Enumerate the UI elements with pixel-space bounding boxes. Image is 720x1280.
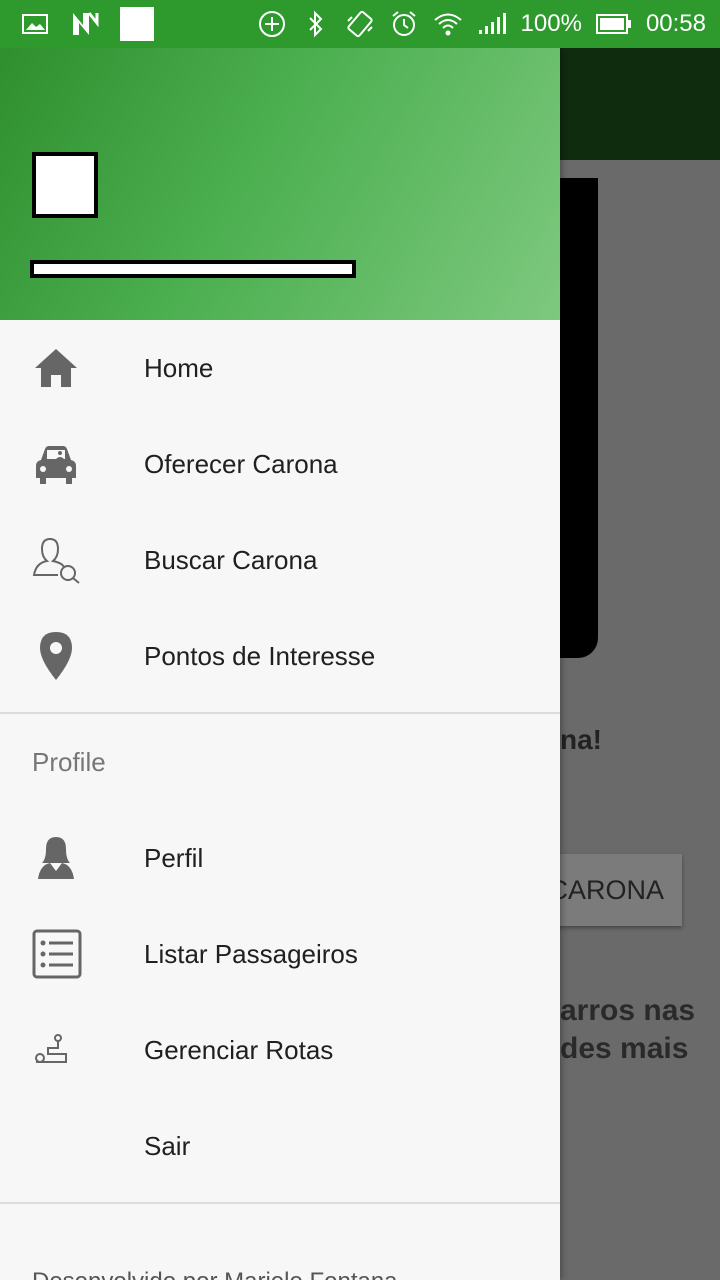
white-square-icon [120, 7, 154, 41]
signal-icon [477, 9, 507, 39]
developer-credit: Desenvolvido por Mariele Fontana [32, 1268, 398, 1280]
car-icon [0, 440, 144, 488]
alarm-icon [389, 9, 419, 39]
menu-item-sair[interactable]: Sair [0, 1098, 560, 1194]
menu-item-perfil[interactable]: Perfil [0, 810, 560, 906]
battery-percent: 100% [520, 10, 582, 37]
image-icon [20, 9, 50, 39]
location-pin-icon [0, 630, 144, 682]
menu-item-label: Home [144, 352, 214, 383]
bluetooth-icon [301, 9, 331, 39]
menu-item-label: Oferecer Carona [144, 448, 338, 479]
background-carona-button[interactable]: CARONA [540, 854, 682, 926]
menu-item-label: Buscar Carona [144, 544, 318, 575]
background-description-line-2: des mais [560, 1032, 689, 1065]
menu-item-label: Pontos de Interesse [144, 640, 376, 671]
background-heading: na! [560, 724, 602, 755]
menu-item-label: Listar Passageiros [144, 938, 358, 969]
menu-item-buscar-carona[interactable]: Buscar Carona [0, 512, 560, 608]
redaction-bar [30, 260, 356, 278]
route-icon [0, 1032, 144, 1068]
menu-item-label: Gerenciar Rotas [144, 1034, 334, 1065]
navigation-drawer: Mariele da Silva Fontana Home Oferecer C… [0, 48, 560, 1280]
menu-item-gerenciar-rotas[interactable]: Gerenciar Rotas [0, 1002, 560, 1098]
menu-item-label: Perfil [144, 842, 204, 873]
woman-avatar-icon [0, 833, 144, 883]
section-title-profile: Profile [32, 746, 106, 777]
drawer-header: Mariele da Silva Fontana [0, 48, 560, 320]
avatar[interactable] [32, 152, 98, 218]
clock: 00:58 [645, 10, 706, 37]
status-bar: 100% 00:58 [0, 0, 720, 48]
menu-item-pontos-de-interesse[interactable]: Pontos de Interesse [0, 608, 560, 704]
vibrate-icon [345, 9, 375, 39]
background-description-line-1: arros nas [560, 994, 696, 1027]
user-search-icon [0, 535, 144, 585]
n-icon [70, 9, 100, 39]
menu-item-oferecer-carona[interactable]: Oferecer Carona [0, 416, 560, 512]
divider [0, 1202, 560, 1204]
list-icon [0, 929, 144, 979]
drawer-menu: Home Oferecer Carona Buscar Carona Ponto… [0, 320, 560, 1204]
background-description: arros nas des mais [560, 992, 695, 1068]
home-icon [0, 346, 144, 390]
menu-item-home[interactable]: Home [0, 320, 560, 416]
menu-item-label: Sair [144, 1130, 191, 1161]
add-circle-icon [257, 9, 287, 39]
battery-icon [595, 9, 632, 39]
wifi-icon [433, 9, 463, 39]
menu-item-listar-passageiros[interactable]: Listar Passageiros [0, 906, 560, 1002]
